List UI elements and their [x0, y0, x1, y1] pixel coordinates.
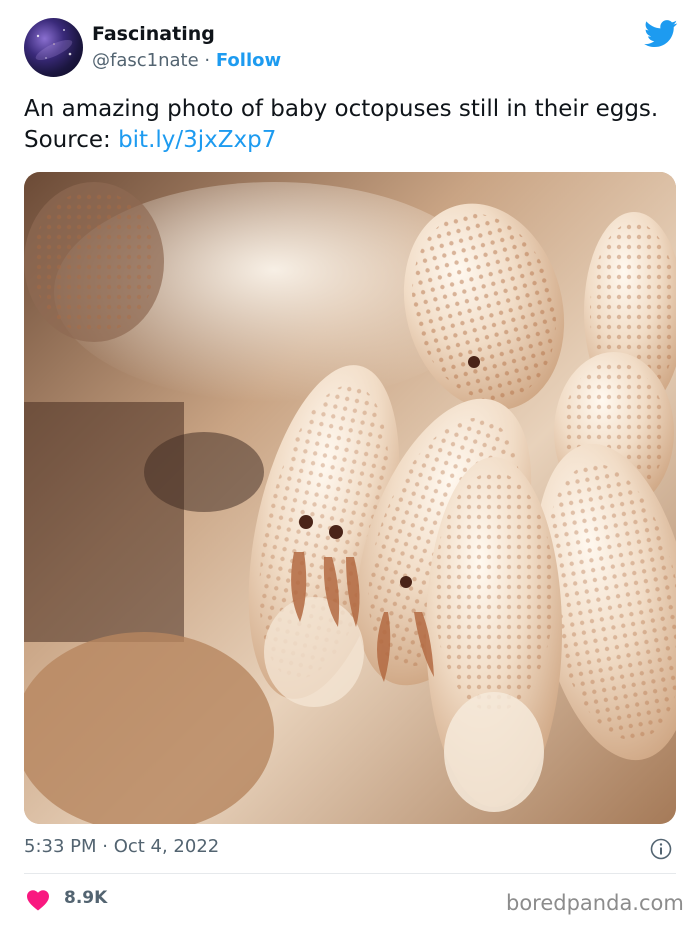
tweet-timestamp[interactable]: 5:33 PM · Oct 4, 2022: [24, 836, 219, 857]
handle-separator: ·: [198, 50, 216, 71]
octopus-eggs-image: [24, 172, 676, 824]
source-link[interactable]: bit.ly/3jxZxp7: [118, 127, 276, 153]
info-icon[interactable]: [650, 838, 672, 860]
like-count[interactable]: 8.9K: [64, 888, 107, 908]
twitter-bird-icon[interactable]: [644, 20, 678, 48]
account-handle-line: @fasc1nate · Follow: [92, 50, 281, 71]
account-handle[interactable]: @fasc1nate: [92, 50, 199, 71]
avatar[interactable]: [24, 18, 83, 77]
watermark: boredpanda.com: [506, 891, 684, 915]
divider: [24, 873, 676, 874]
heart-icon[interactable]: [26, 889, 50, 911]
follow-button[interactable]: Follow: [216, 50, 281, 71]
account-name[interactable]: Fascinating: [92, 23, 215, 45]
tweet-text: An amazing photo of baby octopuses still…: [24, 94, 674, 156]
tweet-photo[interactable]: [24, 172, 676, 824]
